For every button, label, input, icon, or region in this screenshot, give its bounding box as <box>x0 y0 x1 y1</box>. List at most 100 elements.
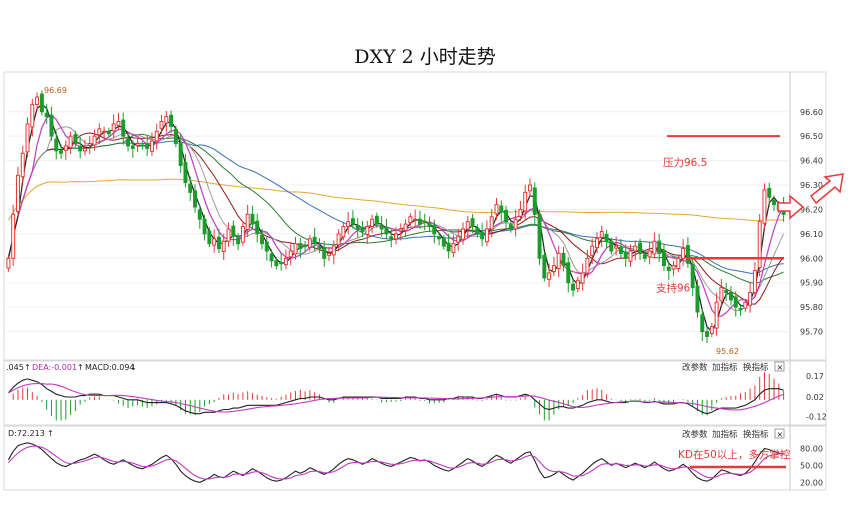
macd-params-button[interactable]: 改参数 <box>682 362 708 373</box>
macd-down-icon: ↓ <box>130 363 137 372</box>
candle-body <box>676 257 681 270</box>
candle-body <box>465 221 470 230</box>
candle-body <box>446 242 451 252</box>
candle-body <box>638 242 643 254</box>
candle-body <box>427 222 432 228</box>
candle-body <box>633 245 638 252</box>
candle-body <box>618 247 623 254</box>
candle-body <box>389 236 394 240</box>
candle-body <box>384 227 389 235</box>
candle-body <box>92 135 97 146</box>
candle-body <box>207 230 212 245</box>
kdj-switch-indicator-button[interactable]: 换指标 <box>743 429 769 440</box>
candle-body <box>585 257 590 274</box>
price-tick-label: 95.80 <box>800 303 823 312</box>
candle-body <box>365 226 370 235</box>
candle-body <box>63 145 68 151</box>
candle-body <box>68 135 73 148</box>
price-tick-label: 96.00 <box>800 254 823 263</box>
candle-body <box>580 272 585 284</box>
candle-body <box>102 130 107 133</box>
candle-body <box>374 215 379 225</box>
candle-body <box>11 213 16 259</box>
candle-body <box>575 279 580 290</box>
candle-body <box>288 250 293 258</box>
candle-body <box>394 233 398 240</box>
candle-body <box>475 227 480 235</box>
candle-body <box>82 147 87 152</box>
candle-body <box>87 143 92 146</box>
macd-dea-label: DEA:-0.001 <box>32 363 77 372</box>
candle-body <box>20 152 25 178</box>
candle-body <box>111 123 116 132</box>
macd-tick-label: 0.02 <box>806 393 824 402</box>
candle-body <box>532 187 537 215</box>
kdj-params-button[interactable]: 改参数 <box>682 429 708 440</box>
macd-up-icon: ↑ <box>24 363 31 372</box>
candle-body <box>279 262 284 265</box>
dea-up-icon: ↑ <box>77 363 84 372</box>
candle-body <box>728 291 733 301</box>
kdj-tick-label: 50.00 <box>800 461 823 470</box>
candle-body <box>35 96 40 105</box>
candle-body <box>561 252 566 267</box>
candle-body <box>226 228 231 242</box>
candle-body <box>255 220 260 235</box>
candle-body <box>298 243 303 250</box>
macd-switch-indicator-button[interactable]: 换指标 <box>743 362 769 373</box>
candle-body <box>169 114 174 127</box>
candle-body <box>260 234 264 245</box>
candle-body <box>341 226 346 238</box>
macd-add-indicator-button[interactable]: 加指标 <box>712 362 738 373</box>
candle-body <box>39 93 44 113</box>
candle-body <box>202 218 207 235</box>
candle-body <box>547 272 552 280</box>
kdj-d-label: D:72.213 <box>8 429 45 438</box>
candle-body <box>504 209 509 223</box>
kdj-axis-ticks: 80.00 50.00 20.00 <box>800 444 823 487</box>
price-tick-label: 95.90 <box>800 279 823 288</box>
candle-body <box>188 183 193 193</box>
price-tick-label: 96.50 <box>800 132 823 141</box>
candle-body <box>135 143 140 146</box>
candle-body <box>528 184 532 192</box>
candle-body <box>121 119 126 137</box>
candle-body <box>470 218 475 228</box>
candle-body <box>499 205 504 213</box>
macd-tick-label: 0.17 <box>806 372 824 381</box>
close-icon: × <box>777 363 784 372</box>
candle-body <box>642 254 647 259</box>
candle-body <box>183 162 188 184</box>
candle-body <box>408 216 413 224</box>
candle-body <box>73 134 78 145</box>
candle-body <box>480 231 485 240</box>
candle-body <box>140 144 145 147</box>
candle-body <box>757 221 762 269</box>
candle-body <box>422 220 427 223</box>
kdj-up-icon: ↑ <box>47 429 54 438</box>
candle-body <box>30 103 35 128</box>
candle-body <box>193 190 198 208</box>
chart-canvas: 96.6096.5096.4096.3096.2096.1096.0095.90… <box>3 71 844 491</box>
candle-body <box>106 130 111 135</box>
candle-body <box>54 138 59 152</box>
candle-body <box>130 145 135 149</box>
low-price-label: 95.62 <box>716 347 739 356</box>
candle-body <box>317 246 322 250</box>
candle-body <box>164 116 169 124</box>
candle-body <box>417 218 422 225</box>
candle-body <box>571 283 576 291</box>
candle-body <box>724 290 729 293</box>
support-label: 支持96 <box>656 281 691 294</box>
candle-body <box>437 236 442 240</box>
kdj-add-indicator-button[interactable]: 加指标 <box>712 429 738 440</box>
price-tick-label: 95.70 <box>800 328 823 337</box>
candle-body <box>59 150 64 154</box>
kdj-panel: D:72.213 ↑ 改参数 加指标 换指标 × 80.00 50.00 20.00… <box>3 425 827 491</box>
high-price-label: 96.69 <box>44 86 67 95</box>
candle-body <box>264 241 269 252</box>
candle-body <box>518 208 523 217</box>
candle-body <box>25 123 30 153</box>
candle-body <box>331 245 336 256</box>
candle-body <box>690 264 695 289</box>
